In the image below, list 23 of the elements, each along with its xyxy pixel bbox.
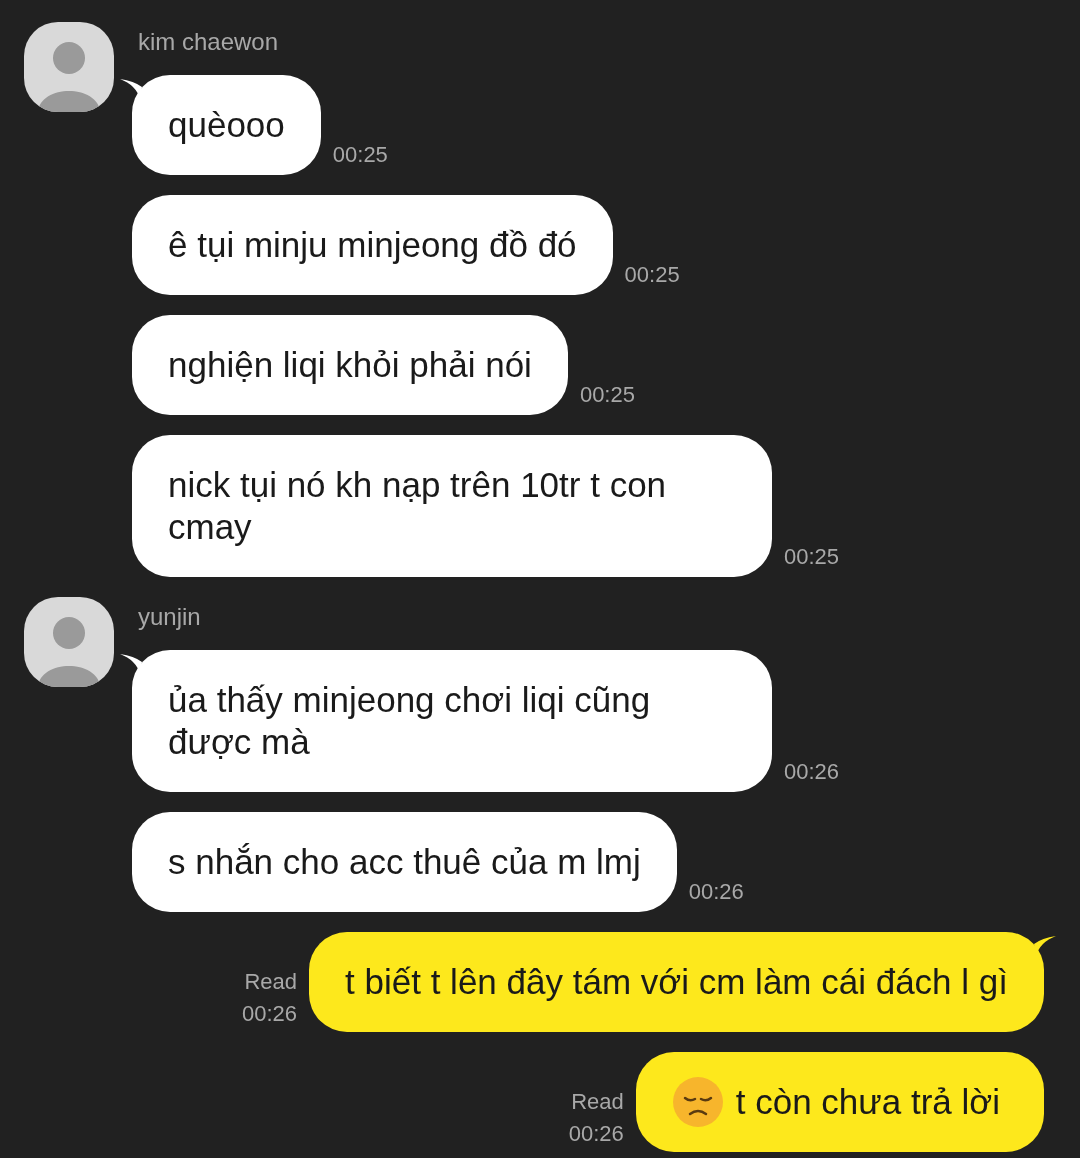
message-time: 00:25 — [624, 261, 680, 289]
message-bubble: nghiện liqi khỏi phải nói — [132, 315, 568, 415]
message-time: 00:25 — [332, 141, 388, 169]
message-bubble: t biết t lên đây tám với cm làm cái đách l gì — [309, 932, 1044, 1032]
message-bubble: nick tụi nó kh nạp trên 10tr t con cmay — [132, 435, 772, 577]
message-bubble: ủa thấy minjeong chơi liqi cũng được mà — [132, 650, 772, 792]
message-time: 00:26 — [784, 758, 840, 786]
message-time: 00:26 — [568, 1120, 624, 1148]
message-time: 00:25 — [579, 381, 635, 409]
read-receipt: Read — [244, 968, 298, 996]
avatar-icon — [24, 597, 114, 687]
message-time: 00:26 — [688, 878, 744, 906]
message-time: 00:26 — [242, 1000, 298, 1028]
sad-face-icon — [671, 1076, 724, 1128]
read-receipt: Read — [571, 1088, 624, 1116]
message-bubble: quèooo — [132, 75, 321, 175]
sender-name: kim chaewon — [138, 27, 280, 57]
message-bubble: ê tụi minju minjeong đồ đó — [132, 195, 613, 295]
avatar-icon — [24, 22, 114, 112]
sender-name: yunjin — [138, 602, 202, 632]
message-bubble: s nhắn cho acc thuê của m lmj — [132, 812, 677, 912]
message-bubble: t còn chưa trả lời — [635, 1052, 1044, 1152]
message-time: 00:25 — [784, 543, 840, 571]
